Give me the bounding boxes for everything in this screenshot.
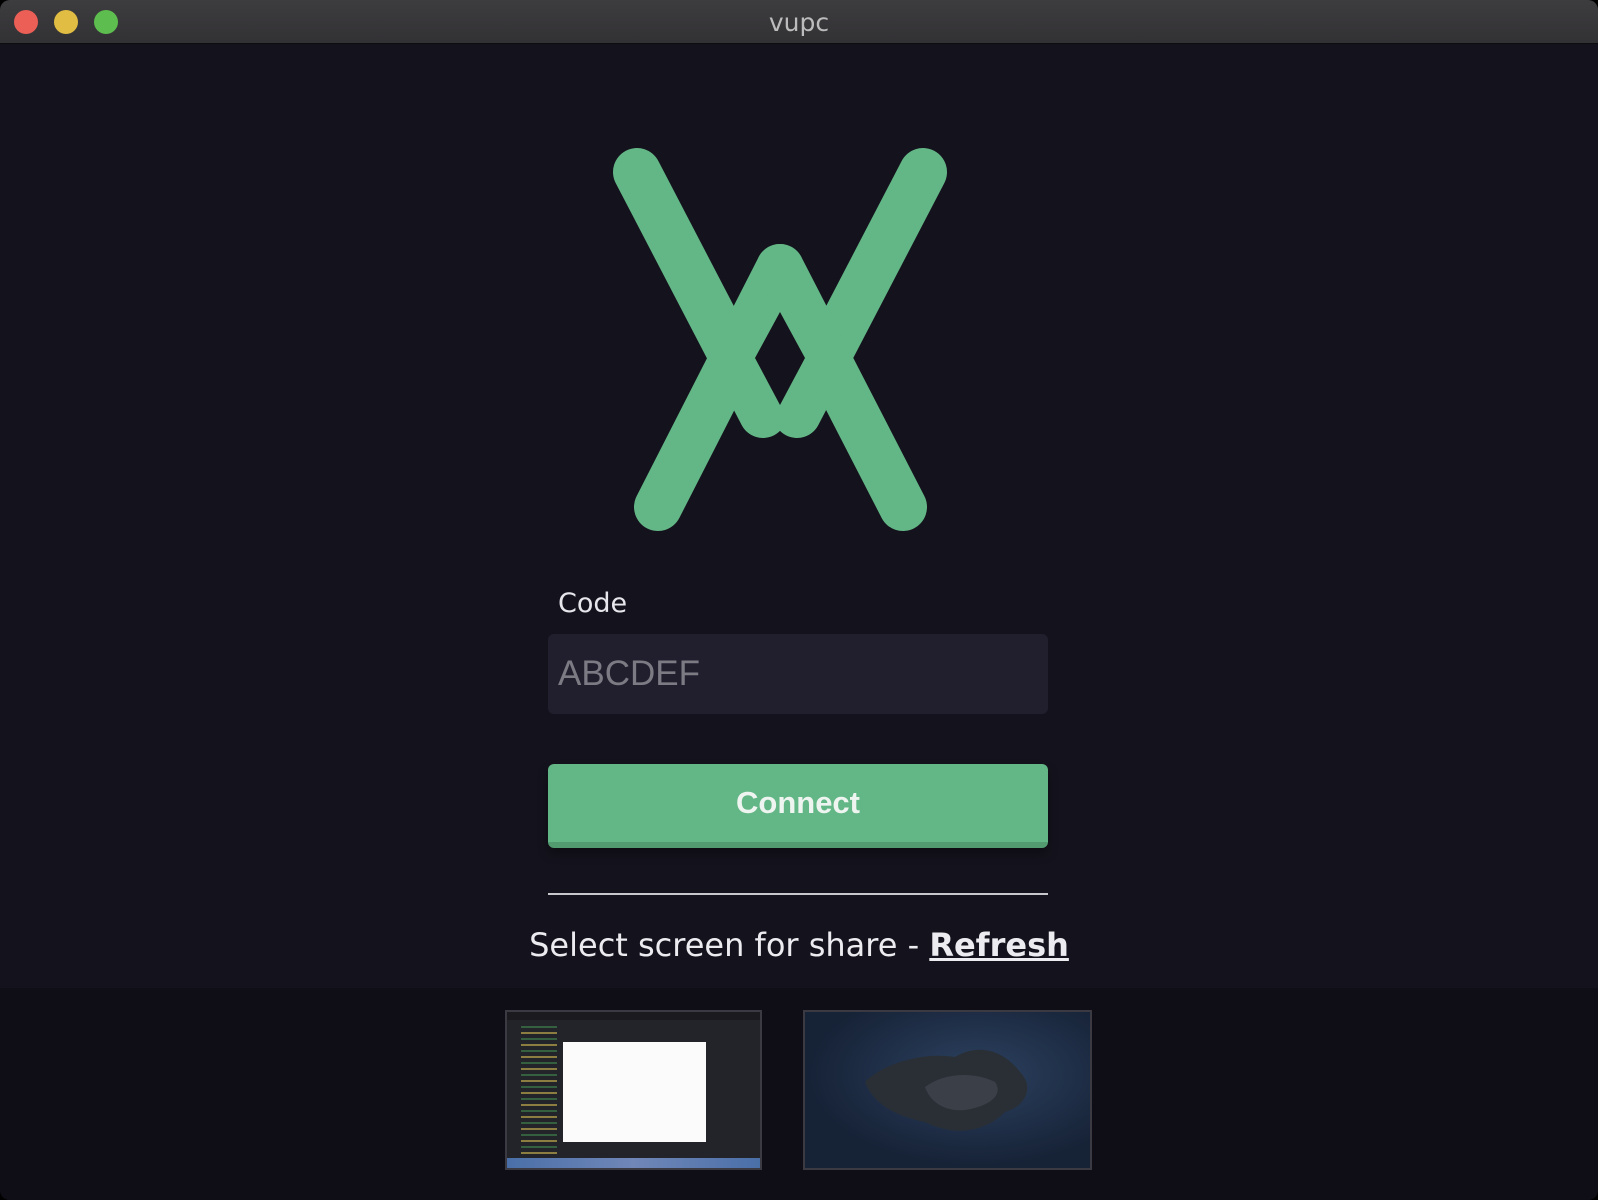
screen-thumbnail-2[interactable] — [803, 1010, 1092, 1170]
thumbnail-code-editor — [521, 1026, 557, 1156]
refresh-link[interactable]: Refresh — [929, 926, 1069, 964]
title-bar[interactable]: vupc — [0, 0, 1598, 44]
app-window: vupc Code Connect Select screen for shar… — [0, 0, 1598, 1200]
select-screen-prompt: Select screen for share - Refresh — [0, 926, 1598, 964]
window-title: vupc — [768, 8, 830, 37]
code-input[interactable] — [548, 634, 1048, 714]
divider — [548, 893, 1048, 895]
thumbnail-white-window — [563, 1042, 706, 1142]
island-wallpaper-image — [865, 1049, 1028, 1131]
code-label: Code — [558, 588, 628, 619]
connect-button[interactable]: Connect — [548, 764, 1048, 848]
screen-thumbnail-1[interactable] — [505, 1010, 762, 1170]
select-screen-text: Select screen for share - — [529, 926, 930, 964]
screen-selection-strip — [0, 988, 1598, 1200]
thumbnail-dock — [507, 1158, 760, 1168]
vupc-logo-icon — [613, 148, 947, 531]
thumbnail-menubar — [507, 1012, 760, 1020]
